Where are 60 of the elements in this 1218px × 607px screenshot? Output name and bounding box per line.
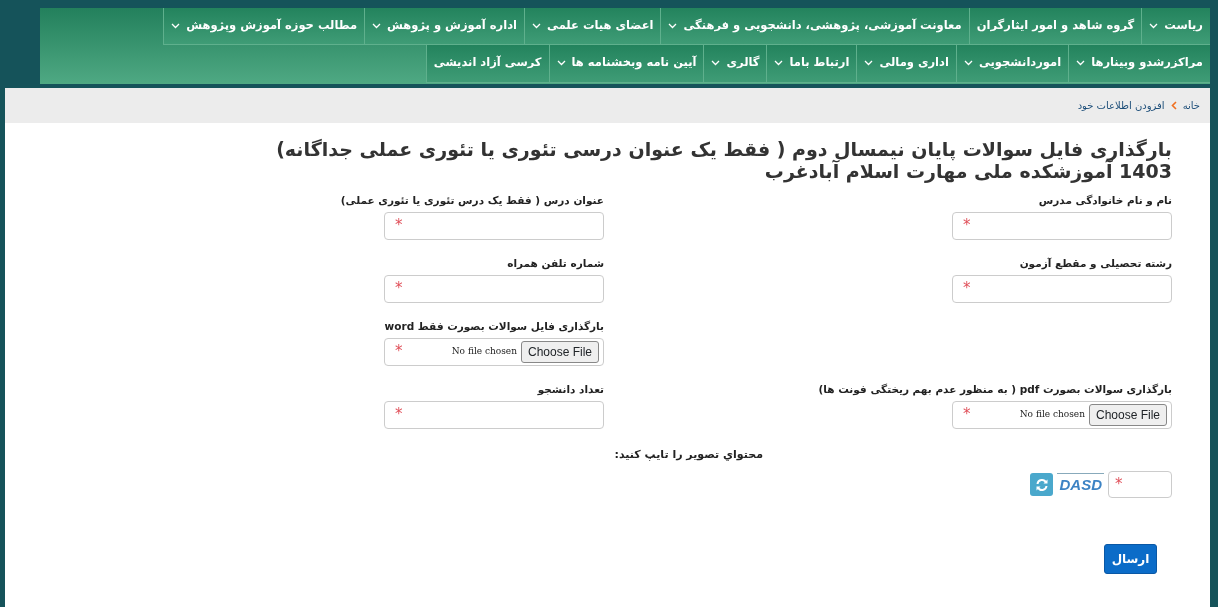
nav-menu-item[interactable]: معاونت آموزشی، پژوهشی، دانشجویی و فرهنگی: [660, 8, 969, 46]
caret-icon: [963, 59, 973, 66]
caret-icon: [1149, 22, 1159, 29]
caret-icon: [711, 59, 721, 66]
nav-menu-item[interactable]: ارتباط باما: [766, 45, 857, 83]
caret-icon: [668, 22, 678, 29]
caret-icon: [372, 22, 382, 29]
caret-icon: [774, 59, 784, 66]
field-label: عنوان درس ( فقط یک درس تئوری یا تئوری عملی): [339, 192, 604, 207]
field-label: شماره تلفن همراه: [506, 255, 604, 270]
field-label: تعداد دانشجو: [536, 381, 604, 396]
caret-icon: [1076, 59, 1086, 66]
required-marker: *: [1115, 474, 1123, 496]
file-field[interactable]: * No file chosen Choose File: [384, 337, 604, 366]
refresh-button[interactable]: [1030, 473, 1054, 497]
nav-menu-item[interactable]: اداره آموزش و پژوهش: [364, 8, 524, 46]
breadcrumb-item[interactable]: خانه: [1182, 98, 1200, 113]
choose-file-button[interactable]: Choose File: [520, 340, 599, 363]
required-marker: *: [395, 404, 403, 426]
nav-menu-item[interactable]: گالری: [703, 45, 767, 83]
field-label: بارگذاری فایل سوالات بصورت فقط word: [383, 318, 604, 333]
required-marker: *: [963, 278, 971, 300]
nav-menu-item[interactable]: مراکزرشدو وبینارها: [1068, 45, 1210, 83]
nav-menu-item[interactable]: اداری ومالی: [856, 45, 956, 83]
field-label: رشته تحصیلی و مقطع آزمون: [1018, 255, 1172, 270]
nav-menu-item[interactable]: آیین نامه وبخشنامه ها: [548, 45, 704, 83]
input-field[interactable]: *: [952, 211, 1172, 240]
caret-icon: [864, 59, 874, 66]
captcha-image: DASD: [1057, 472, 1104, 497]
required-marker: *: [395, 341, 403, 363]
required-marker: *: [395, 278, 403, 300]
breadcrumb-item[interactable]: افزودن اطلاعات خود: [1077, 98, 1165, 113]
file-status: No file chosen: [1019, 407, 1085, 421]
caret-icon: [171, 22, 181, 29]
input-field[interactable]: *: [384, 211, 604, 240]
page-title: بارگذاری فایل سوالات پایان نیمسال دوم ( فقط یک عنوان درسی تئوری یا تئوری عملی جداگانه) 1403 آموزشکده ملی مهارت اسلام آبادغرب: [275, 139, 1172, 183]
input-field[interactable]: *: [952, 274, 1172, 303]
file-status: No file chosen: [451, 344, 517, 358]
choose-file-button[interactable]: Choose File: [1088, 403, 1167, 426]
required-marker: *: [963, 404, 971, 426]
captcha-field[interactable]: *: [1108, 471, 1172, 499]
caret-icon: [556, 59, 566, 66]
nav-menu-item[interactable]: اعضای هیات علمی: [524, 8, 661, 46]
refresh-icon: [1035, 477, 1049, 492]
submit-button[interactable]: ارسال: [1104, 544, 1157, 575]
field-label: نام و نام خانوادگی مدرس: [1037, 192, 1172, 207]
file-field[interactable]: * No file chosen Choose File: [952, 400, 1172, 429]
required-marker: *: [963, 215, 971, 237]
captcha-label: محتواي تصوير را تايپ كنيد:: [613, 446, 763, 463]
caret-icon: [532, 22, 541, 29]
field-label: بارگذاری سوالات بصورت pdf ( به منظور عدم بهم ریختگی فونت ها): [817, 381, 1172, 396]
input-field[interactable]: *: [384, 400, 604, 429]
nav-menu-item[interactable]: گروه شاهد و امور ایثارگران: [968, 8, 1142, 46]
nav-menu-item[interactable]: اموردانشجویی: [955, 45, 1069, 83]
required-marker: *: [395, 215, 403, 237]
input-field[interactable]: *: [384, 274, 604, 303]
chevron-icon: [1170, 101, 1177, 110]
nav-menu-item[interactable]: ریاست: [1141, 8, 1210, 46]
nav-menu-item[interactable]: کرسی آزاد اندیشی: [425, 45, 549, 83]
nav-menu-item[interactable]: مطالب حوزه آموزش وپژوهش: [163, 8, 365, 46]
